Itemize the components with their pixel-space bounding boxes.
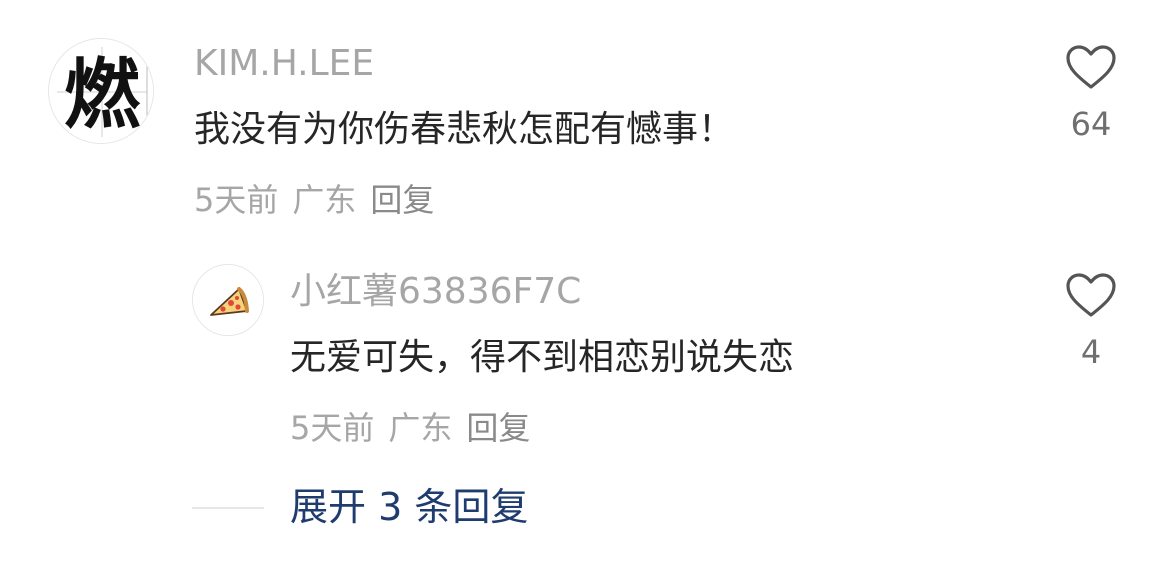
avatar[interactable]: 燃	[48, 38, 154, 144]
comment-location: 广东	[292, 181, 357, 219]
reply-username[interactable]: 小红薯63836F7C	[290, 270, 581, 314]
heart-icon[interactable]	[1065, 44, 1117, 90]
comment-time: 5天前	[194, 181, 279, 219]
reply-button[interactable]: 回复	[370, 181, 434, 219]
reply-avatar[interactable]	[192, 264, 264, 336]
avatar-image: 燃	[49, 39, 153, 143]
reply-text[interactable]: 无爱可失，得不到相恋别说失恋	[290, 334, 794, 382]
reply-meta: 5天前 广东 回复	[290, 408, 530, 448]
reply-time: 5天前	[290, 409, 375, 447]
avatar-glyph: 燃	[64, 50, 141, 139]
pizza-icon	[193, 265, 263, 335]
reply-location: 广东	[388, 409, 453, 447]
reply-like-count: 4	[1080, 333, 1102, 371]
comment-meta: 5天前 广东 回复	[194, 180, 434, 220]
comment-like[interactable]: 64	[1051, 44, 1131, 144]
expand-replies-button[interactable]: 展开 3 条回复	[290, 484, 528, 530]
like-count: 64	[1070, 105, 1112, 143]
expand-divider	[192, 507, 264, 509]
heart-icon[interactable]	[1065, 272, 1117, 318]
reply-like[interactable]: 4	[1051, 272, 1131, 372]
comment-username[interactable]: KIM.H.LEE	[194, 42, 374, 86]
comment-text[interactable]: 我没有为你伤春悲秋怎配有憾事！	[194, 106, 734, 154]
reply-reply-button[interactable]: 回复	[466, 409, 530, 447]
